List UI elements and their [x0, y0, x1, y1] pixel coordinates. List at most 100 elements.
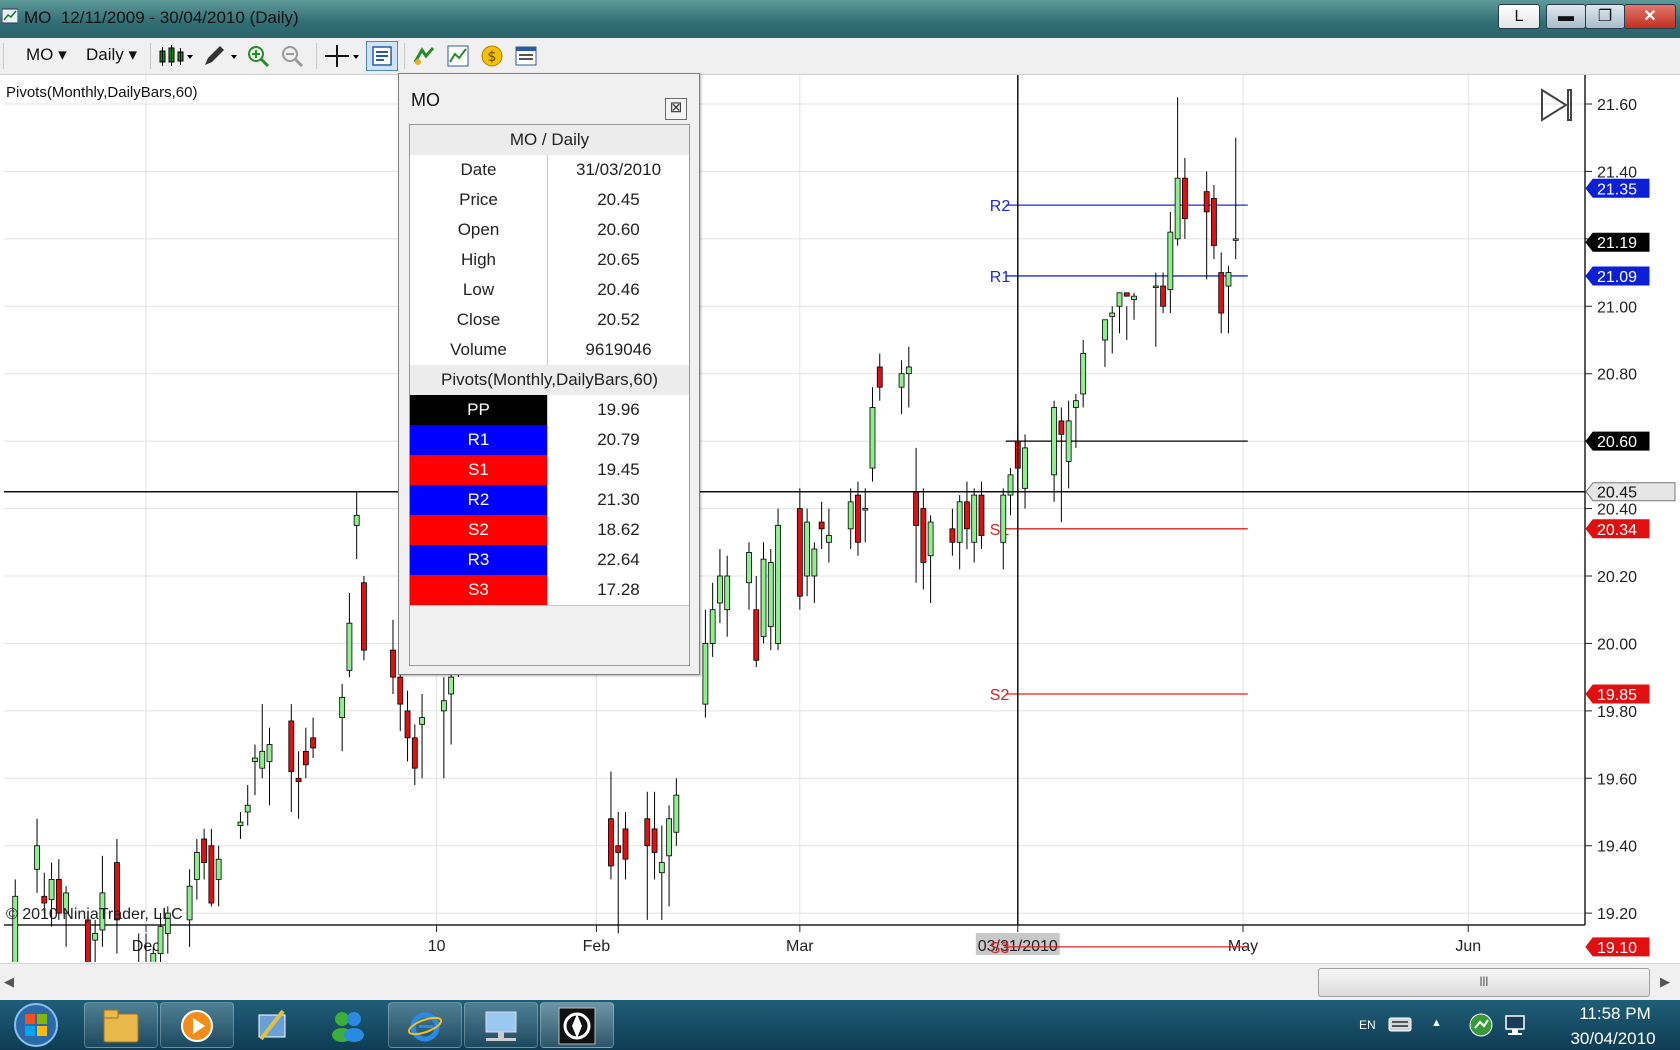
- pivot-row: S1 19.45: [410, 455, 689, 486]
- price-chart[interactable]: 21.6021.4021.2021.0020.8020.6020.4020.20…: [0, 74, 1680, 962]
- skip-to-end-icon[interactable]: [1540, 88, 1574, 122]
- candle-body: [237, 821, 244, 826]
- candle-body: [411, 737, 418, 769]
- data-box-row-label: High: [410, 245, 548, 275]
- data-box-row: Close 20.52: [410, 305, 689, 336]
- period-selector[interactable]: Daily ▾: [86, 45, 137, 65]
- price-marker-label: 21.19: [1597, 235, 1637, 252]
- network-status-icon[interactable]: [1468, 1012, 1494, 1038]
- y-tick-label: 20.00: [1597, 636, 1637, 653]
- taskbar-internet-explorer[interactable]: [388, 1002, 462, 1048]
- data-box-close-button[interactable]: ⊠: [665, 98, 687, 120]
- maximize-button[interactable]: ❐: [1585, 4, 1625, 29]
- show-hidden-icons-arrow[interactable]: ▲: [1431, 1017, 1442, 1029]
- close-button[interactable]: ✕: [1624, 4, 1676, 29]
- language-indicator[interactable]: EN: [1359, 1018, 1376, 1032]
- candle[interactable]: [775, 508, 781, 651]
- plot-area: [4, 75, 1585, 925]
- clock-time[interactable]: 11:58 PM: [1560, 1004, 1670, 1024]
- candle-body: [702, 643, 709, 705]
- draw-tool-icon[interactable]: [202, 44, 238, 68]
- zoom-out-icon[interactable]: [280, 44, 304, 68]
- candle-body: [1167, 231, 1174, 290]
- scroll-left-arrow[interactable]: ◀: [4, 974, 14, 990]
- candle-body: [775, 525, 781, 644]
- pivot-row-value: 21.30: [597, 490, 640, 509]
- strategy-icon[interactable]: [412, 44, 436, 68]
- x-tick-label: Feb: [583, 938, 611, 955]
- candle-body: [818, 521, 825, 530]
- candle-body: [201, 838, 208, 863]
- pivot-row-value: 18.62: [597, 520, 640, 539]
- horizontal-scrollbar[interactable]: ◀ lll ▶: [0, 963, 1680, 1000]
- link-button[interactable]: L: [1498, 4, 1540, 29]
- properties-icon[interactable]: [514, 44, 538, 68]
- candle-body: [339, 696, 346, 718]
- pivot-row-value: 19.96: [597, 400, 640, 419]
- toolbar-separator: [150, 43, 151, 69]
- candle-body: [956, 501, 963, 543]
- instrument-selector[interactable]: MO ▾: [26, 45, 67, 65]
- start-button[interactable]: [10, 1002, 62, 1048]
- data-box-toggle[interactable]: [366, 41, 398, 71]
- candle-body: [1232, 238, 1239, 241]
- candle-body: [913, 491, 919, 526]
- keyboard-icon[interactable]: [1388, 1013, 1412, 1035]
- scroll-right-arrow[interactable]: ▶: [1660, 974, 1670, 990]
- taskbar-network[interactable]: [464, 1002, 538, 1048]
- title-bar: MO 12/11/2009 - 30/04/2010 (Daily) L ▬ ❐…: [0, 0, 1680, 38]
- taskbar-media-player[interactable]: [160, 1002, 234, 1048]
- data-box-row-label: Close: [410, 305, 548, 335]
- candle-body: [1181, 177, 1188, 220]
- candle-body: [978, 494, 985, 536]
- taskbar-messenger[interactable]: [312, 1002, 386, 1048]
- y-tick-label: 19.60: [1597, 771, 1637, 788]
- y-tick-label: 20.40: [1597, 502, 1637, 519]
- data-box-row: High 20.65: [410, 245, 689, 276]
- data-box-row-value: 20.45: [597, 190, 640, 209]
- data-box-row-value: 31/03/2010: [575, 160, 662, 179]
- pivot-line-label: S3: [990, 940, 1010, 957]
- x-tick-label: Mar: [786, 938, 814, 955]
- candle-body: [310, 737, 316, 749]
- data-box-window[interactable]: MO ⊠ MO / Daily Date 31/03/2010 Price 20.45…: [398, 73, 700, 675]
- connection-icon[interactable]: [1504, 1012, 1530, 1038]
- x-tick-label: Jun: [1455, 938, 1481, 955]
- candle-body: [673, 794, 680, 833]
- candle-body: [1080, 353, 1087, 395]
- y-tick-label: 19.80: [1597, 704, 1637, 721]
- network-computer-icon: [485, 1011, 517, 1041]
- taskbar-tool[interactable]: [236, 1002, 310, 1048]
- candle-body: [615, 845, 622, 853]
- candle-body: [1174, 177, 1181, 240]
- pivot-row: S2 18.62: [410, 515, 689, 546]
- indicator-icon[interactable]: [446, 44, 470, 68]
- candle-body: [48, 879, 55, 901]
- crosshair-icon[interactable]: [324, 44, 360, 68]
- bar-type-icon[interactable]: [158, 44, 194, 68]
- candle-body: [244, 804, 251, 813]
- dollar-icon[interactable]: $: [480, 44, 504, 68]
- data-box-row-label: Volume: [410, 335, 548, 365]
- pivot-row-label: PP: [410, 395, 548, 425]
- clock-date[interactable]: 30/04/2010: [1552, 1029, 1674, 1049]
- candle-body: [1116, 292, 1123, 307]
- candle[interactable]: [92, 919, 99, 962]
- pivot-row-label: R2: [410, 485, 548, 515]
- taskbar-explorer[interactable]: [84, 1002, 158, 1048]
- candle-body: [1123, 292, 1130, 297]
- price-marker-label: 21.35: [1597, 181, 1637, 198]
- taskbar-ninjatrader[interactable]: [540, 1002, 614, 1048]
- indicator-label: Pivots(Monthly,DailyBars,60): [6, 84, 198, 101]
- chart-app-icon: [2, 8, 18, 24]
- minimize-button[interactable]: ▬: [1546, 4, 1586, 29]
- explorer-icon: [103, 1009, 139, 1043]
- scrollbar-thumb[interactable]: lll: [1318, 968, 1650, 997]
- pivot-row: PP 19.96: [410, 395, 689, 426]
- candle-body: [927, 521, 934, 557]
- candle[interactable]: [361, 576, 367, 661]
- pivot-row: R2 21.30: [410, 485, 689, 516]
- zoom-in-icon[interactable]: [246, 44, 270, 68]
- candle-body: [608, 818, 614, 867]
- candle-body: [1225, 272, 1232, 287]
